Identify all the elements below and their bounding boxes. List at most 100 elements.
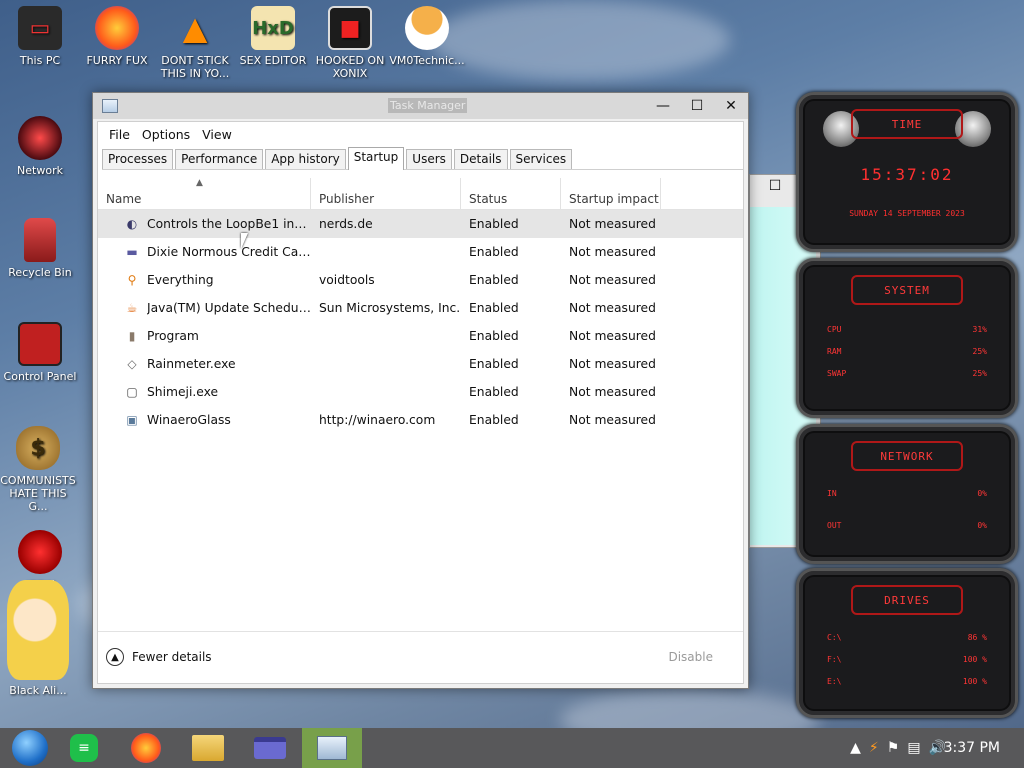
cartoon-princess-icon xyxy=(7,580,69,680)
cell-startup-impact: Not measured xyxy=(569,329,656,343)
magnifier-icon: ⚲ xyxy=(127,273,137,287)
tab-startup[interactable]: Startup xyxy=(347,147,405,170)
desktop-icon-communists[interactable]: $ COMMUNISTS HATE THIS G... xyxy=(0,426,76,513)
desktop-icon-label: FURRY FUX xyxy=(86,54,148,67)
taskbar-credit-card-app[interactable] xyxy=(240,728,300,768)
table-row[interactable]: ⚲ Everything voidtools Enabled Not measured xyxy=(98,266,743,294)
table-row[interactable]: ☕ Java(TM) Update Scheduler Sun Microsyste… xyxy=(98,294,743,322)
taskbar-file-explorer[interactable] xyxy=(178,728,238,768)
cell-startup-impact: Not measured xyxy=(569,385,656,399)
cell-name-text: Java(TM) Update Scheduler xyxy=(147,301,311,315)
desktop-icon-dont-stick[interactable]: ▲ DONT STICK THIS IN YO... xyxy=(157,6,233,81)
tab-users[interactable]: Users xyxy=(406,149,452,169)
taskbar-firefox[interactable] xyxy=(116,728,176,768)
control-panel-icon xyxy=(18,322,62,366)
desktop-icon-control-panel[interactable]: Control Panel xyxy=(2,322,78,383)
tab-app-history[interactable]: App history xyxy=(265,149,346,169)
footer-bar: ▲ Fewer details Disable xyxy=(98,631,743,683)
cell-name: ◐ Controls the LoopBe1 intern... xyxy=(98,216,311,232)
system-row-label: RAM xyxy=(827,347,842,356)
cell-name: ☕ Java(TM) Update Scheduler xyxy=(98,300,311,316)
taskbar-task-manager[interactable] xyxy=(302,728,362,768)
flag-icon[interactable]: ⚑ xyxy=(887,740,900,756)
menu-view[interactable]: View xyxy=(197,127,237,142)
minimize-button[interactable]: — xyxy=(646,93,680,119)
desktop-icon-label: VM0Technic... xyxy=(389,54,465,67)
desktop-icon-network[interactable]: Network xyxy=(2,116,78,177)
menu-bar: File Options View xyxy=(98,122,743,146)
cell-name: ▮ Program xyxy=(98,328,311,344)
cell-name-text: Rainmeter.exe xyxy=(147,357,236,371)
desktop-icon-this-pc[interactable]: ▭ This PC xyxy=(2,6,78,67)
table-row[interactable]: ▮ Program Enabled Not measured xyxy=(98,322,743,350)
drive-row-value: 100 % xyxy=(962,655,987,664)
doctor-avatar-icon xyxy=(405,6,449,50)
network-row-label: IN xyxy=(827,489,837,498)
tab-strip: Processes Performance App history Startu… xyxy=(102,147,743,170)
network-widget: NETWORK IN 0% OUT 0% xyxy=(796,424,1018,564)
taskbar-notes-app[interactable]: ≡ xyxy=(54,728,114,768)
cell-name: ▢ Shimeji.exe xyxy=(98,384,311,400)
desktop-icon-vm0technic[interactable]: VM0Technic... xyxy=(389,6,465,67)
column-header-startup-impact[interactable]: Startup impact xyxy=(561,178,661,210)
tab-processes[interactable]: Processes xyxy=(102,149,174,169)
desktop-icon-label: COMMUNISTS HATE THIS G... xyxy=(0,474,76,513)
system-row-ram: RAM 25% xyxy=(827,347,987,356)
power-app-icon[interactable]: ⚡ xyxy=(869,740,879,756)
system-tray: ▲ ⚡ ⚑ ▤ 🔊 xyxy=(850,740,946,756)
desktop-icon-furry-fux[interactable]: FURRY FUX xyxy=(79,6,155,67)
drive-row-label: E:\ xyxy=(827,677,842,686)
fewer-details-button[interactable]: ▲ Fewer details xyxy=(106,648,212,666)
column-header-name[interactable]: ▲ Name xyxy=(98,178,311,210)
task-manager-window[interactable]: Task Manager — ☐ ✕ File Options View Pro… xyxy=(92,92,749,689)
cell-startup-impact: Not measured xyxy=(569,301,656,315)
table-row[interactable]: ▬ Dixie Normous Credit Card S... Enabled No… xyxy=(98,238,743,266)
network-tray-icon[interactable]: ▤ xyxy=(907,740,920,756)
tab-details[interactable]: Details xyxy=(453,149,508,169)
drive-row-label: C:\ xyxy=(827,633,842,642)
menu-options[interactable]: Options xyxy=(137,127,195,142)
red-creature-icon xyxy=(18,530,62,574)
start-orb-icon xyxy=(12,730,48,766)
menu-file[interactable]: File xyxy=(104,127,135,142)
desktop-icon-sex-editor[interactable]: HxD SEX EDITOR xyxy=(235,6,311,67)
cell-name-text: Everything xyxy=(147,273,214,287)
tab-performance[interactable]: Performance xyxy=(175,149,264,169)
system-row-label: SWAP xyxy=(827,369,847,378)
task-manager-icon xyxy=(102,99,118,113)
window-glass-icon: ▣ xyxy=(126,413,138,427)
table-row[interactable]: ▢ Shimeji.exe Enabled Not measured xyxy=(98,378,743,406)
desktop-icon-recycle-bin[interactable]: Recycle Bin xyxy=(2,218,78,279)
disable-button[interactable]: Disable xyxy=(668,650,713,664)
close-button[interactable]: ✕ xyxy=(714,93,748,119)
table-row[interactable]: ◐ Controls the LoopBe1 intern... nerds.de E… xyxy=(98,210,743,238)
column-header-publisher[interactable]: Publisher xyxy=(311,178,461,210)
bg-window-maximize-button[interactable]: ☐ xyxy=(760,178,790,194)
desktop-icon-black-ali[interactable]: Black Ali... xyxy=(0,580,76,697)
desktop-icon-hooked-on-xonix[interactable]: ■ HOOKED ON XONIX xyxy=(312,6,388,80)
table-row[interactable]: ▣ WinaeroGlass http://winaero.com Enabled No… xyxy=(98,406,743,434)
show-hidden-icons-icon[interactable]: ▲ xyxy=(850,740,861,756)
cell-status: Enabled xyxy=(469,329,519,343)
tab-services[interactable]: Services xyxy=(509,149,573,169)
maximize-button[interactable]: ☐ xyxy=(680,93,714,119)
cell-startup-impact: Not measured xyxy=(569,245,656,259)
cell-publisher: voidtools xyxy=(319,273,375,287)
column-header-status[interactable]: Status xyxy=(461,178,561,210)
desktop-icon-label: DONT STICK THIS IN YO... xyxy=(160,54,230,80)
credit-card-app-icon xyxy=(254,737,286,759)
chevron-up-icon: ▲ xyxy=(106,648,124,666)
start-button[interactable] xyxy=(0,728,60,768)
drive-row-c: C:\ 86 % xyxy=(827,633,987,642)
hxd-icon: HxD xyxy=(251,6,295,50)
taskbar-clock[interactable]: 3:37 PM xyxy=(944,740,1000,756)
firefox-icon xyxy=(95,6,139,50)
cell-startup-impact: Not measured xyxy=(569,357,656,371)
file-explorer-icon xyxy=(192,735,224,761)
table-row[interactable]: ◇ Rainmeter.exe Enabled Not measured xyxy=(98,350,743,378)
time-widget: TIME 15:37:02 SUNDAY 14 SEPTEMBER 2023 xyxy=(796,92,1018,252)
credit-card-icon: ▬ xyxy=(126,245,138,259)
java-icon: ☕ xyxy=(126,301,138,315)
title-bar[interactable]: Task Manager — ☐ ✕ xyxy=(93,93,748,119)
time-widget-clock: 15:37:02 xyxy=(860,165,954,184)
